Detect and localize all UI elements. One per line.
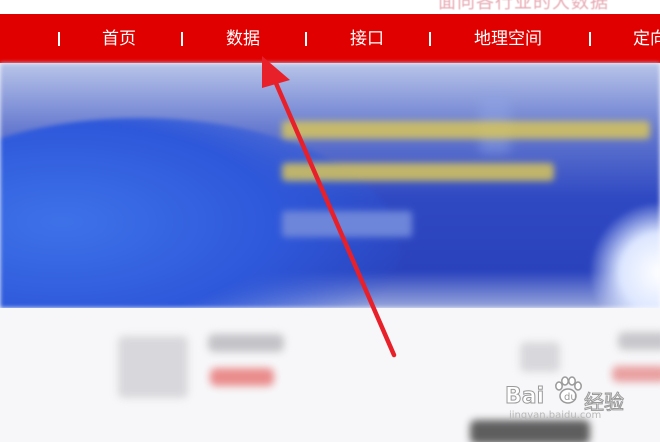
screenshot-page: 面向各行业的大数据 首页 数据 接口 地理空间 定向 Bai du 经验 jin…: [0, 0, 660, 442]
nav-item-data[interactable]: 数据: [226, 14, 260, 63]
bottom-dark-element: [470, 420, 590, 442]
watermark-brand-text: Bai: [504, 384, 545, 410]
feature-icon: [118, 336, 188, 398]
baidu-jingyan-watermark: Bai du 经验 jingyan.baidu.com: [504, 376, 655, 421]
nav-separator: [305, 32, 307, 46]
nav-item-api[interactable]: 接口: [350, 14, 384, 63]
nav-item-custom[interactable]: 定向: [633, 14, 660, 63]
header-ghost-text: 面向各行业的大数据: [438, 0, 609, 12]
hero-cta-button[interactable]: [282, 211, 412, 237]
nav-separator: [429, 32, 431, 46]
feature-icon: [520, 342, 560, 372]
feature-title: [208, 334, 284, 352]
hero-banner: [0, 63, 660, 308]
feature-title: [618, 332, 660, 350]
main-navigation-bar: 首页 数据 接口 地理空间 定向: [0, 14, 660, 63]
top-header-strip: 面向各行业的大数据: [0, 0, 660, 14]
hero-glow-graphic: [590, 203, 660, 308]
watermark-url: jingyan.baidu.com: [509, 410, 602, 421]
nav-item-home[interactable]: 首页: [102, 14, 136, 63]
nav-separator: [58, 32, 60, 46]
hero-text-line: [282, 121, 650, 139]
hero-text-line: [282, 163, 554, 181]
feature-highlight: [210, 368, 274, 386]
nav-item-geospatial[interactable]: 地理空间: [474, 14, 542, 63]
paw-icon: du: [555, 376, 582, 404]
feature-highlight: [612, 366, 660, 382]
nav-separator: [589, 32, 591, 46]
nav-separator: [181, 32, 183, 46]
svg-text:du: du: [564, 392, 577, 403]
